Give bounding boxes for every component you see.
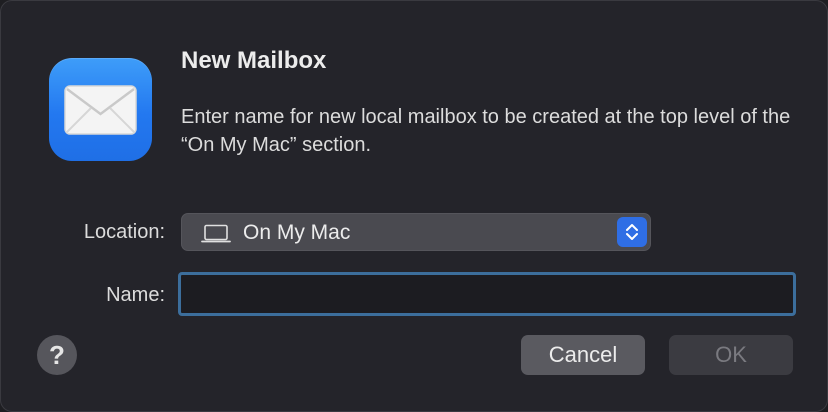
laptop-icon <box>201 224 231 243</box>
mail-app-icon <box>49 58 152 161</box>
new-mailbox-dialog: New Mailbox Enter name for new local mai… <box>0 0 828 412</box>
popup-stepper[interactable] <box>617 217 647 247</box>
location-popup-button[interactable]: On My Mac <box>181 213 651 251</box>
location-label: Location: <box>83 221 165 243</box>
mailbox-name-field[interactable] <box>178 272 796 316</box>
help-button[interactable]: ? <box>37 335 77 375</box>
chevron-up-down-icon <box>626 224 638 240</box>
dialog-message: Enter name for new local mailbox to be c… <box>181 106 791 156</box>
dialog-title: New Mailbox <box>181 47 327 74</box>
cancel-button[interactable]: Cancel <box>521 335 645 375</box>
name-label: Name: <box>106 284 165 306</box>
location-value: On My Mac <box>243 221 351 244</box>
ok-button[interactable]: OK <box>669 335 793 375</box>
envelope-icon <box>64 85 137 135</box>
